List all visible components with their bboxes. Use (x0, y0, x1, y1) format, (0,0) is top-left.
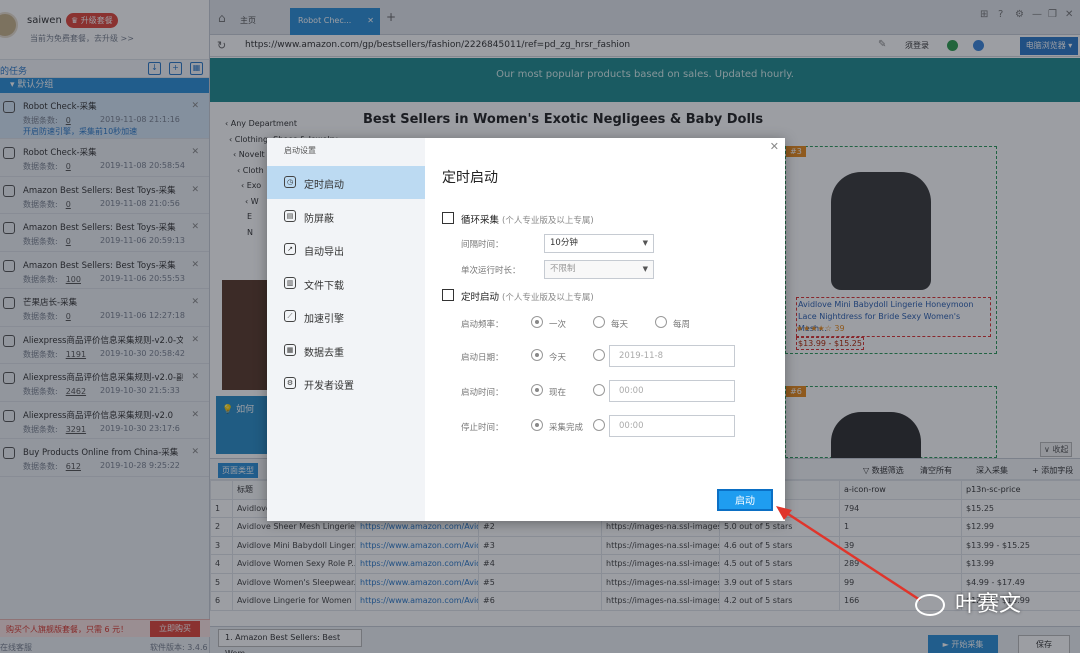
nav-item-3[interactable]: ▥ 文件下载 (267, 267, 425, 300)
shield-icon: ▤ (284, 209, 296, 222)
freq-daily-label: 每天 (611, 320, 629, 330)
freq-once-label: 一次 (549, 320, 567, 330)
nav-item-2[interactable]: ↗ 自动导出 (267, 233, 425, 266)
dialog-title: 定时启动 (442, 170, 498, 186)
nav-item-5[interactable]: ▦ 数据去重 (267, 334, 425, 367)
clock-icon: ◷ (284, 176, 296, 188)
loop-collect-option: 循环采集 (个人专业版及以上专属) (461, 212, 594, 226)
stop-done-radio[interactable] (531, 419, 543, 431)
nav-item-label: 自动导出 (304, 247, 344, 258)
time-now-label: 现在 (549, 388, 567, 398)
nav-item-1[interactable]: ▤ 防屏蔽 (267, 200, 425, 233)
watermark: 叶赛文 (915, 586, 1021, 622)
wechat-icon (915, 594, 945, 616)
freq-weekly-radio[interactable] (655, 316, 667, 328)
export-icon: ↗ (284, 243, 296, 255)
schedule-note: (个人专业版及以上专属) (502, 293, 594, 303)
nav-item-0[interactable]: ◷ 定时启动 (267, 166, 425, 199)
freq-weekly-label: 每周 (673, 320, 691, 330)
interval-value: 10分钟 (550, 238, 578, 248)
dedupe-icon: ▦ (284, 343, 296, 356)
startup-settings-dialog: 启动设置 ◷ 定时启动 ▤ 防屏蔽 ↗ 自动导出 ▥ 文件下载 ⟋ 加速引擎 ▦ 数据去重 ⚙ 开发者设置… (267, 138, 785, 521)
stop-custom-radio[interactable] (593, 419, 605, 431)
schedule-checkbox[interactable] (442, 289, 454, 301)
nav-item-label: 加速引擎 (304, 314, 344, 325)
nav-item-label: 防屏蔽 (304, 213, 334, 225)
speed-icon: ⟋ (284, 310, 296, 322)
close-icon[interactable]: ✕ (770, 140, 779, 153)
max-run-value: 不限制 (550, 264, 576, 274)
start-date-label: 启动日期： (461, 353, 504, 363)
loop-collect-note: (个人专业版及以上专属) (502, 216, 594, 226)
start-button[interactable]: 启动 (717, 489, 773, 511)
loop-collect-label: 循环采集 (461, 215, 500, 226)
nav-item-label: 定时启动 (304, 180, 344, 191)
max-run-label: 单次运行时长： (461, 266, 521, 276)
start-time-input[interactable]: 00:00 (609, 380, 735, 402)
date-today-label: 今天 (549, 353, 567, 363)
freq-once-radio[interactable] (531, 316, 543, 328)
chevron-down-icon: ▼ (642, 239, 648, 247)
date-today-radio[interactable] (531, 349, 543, 361)
frequency-label: 启动频率： (461, 320, 504, 330)
time-custom-radio[interactable] (593, 384, 605, 396)
nav-item-label: 数据去重 (304, 347, 344, 359)
schedule-option: 定时启动 (个人专业版及以上专属) (461, 289, 594, 303)
date-custom-radio[interactable] (593, 349, 605, 361)
loop-collect-checkbox[interactable] (442, 212, 454, 224)
interval-label: 间隔时间： (461, 240, 504, 250)
file-icon: ▥ (284, 276, 296, 289)
nav-item-label: 开发者设置 (304, 381, 354, 392)
gear-icon: ⚙ (284, 377, 296, 389)
nav-item-4[interactable]: ⟋ 加速引擎 (267, 300, 425, 333)
stop-done-label: 采集完成 (549, 423, 584, 433)
time-now-radio[interactable] (531, 384, 543, 396)
start-date-input[interactable]: 2019-11-8 (609, 345, 735, 367)
watermark-text: 叶赛文 (955, 592, 1022, 617)
max-run-select[interactable]: 不限制 ▼ (544, 260, 654, 279)
interval-select[interactable]: 10分钟 ▼ (544, 234, 654, 253)
nav-item-6[interactable]: ⚙ 开发者设置 (267, 367, 425, 400)
stop-time-label: 停止时间： (461, 423, 504, 433)
start-time-label: 启动时间： (461, 388, 504, 398)
nav-item-label: 文件下载 (304, 280, 344, 292)
freq-daily-radio[interactable] (593, 316, 605, 328)
dialog-header-label: 启动设置 (284, 146, 316, 155)
schedule-label: 定时启动 (461, 292, 500, 303)
annotation-arrow (776, 506, 921, 602)
dialog-nav: 启动设置 ◷ 定时启动 ▤ 防屏蔽 ↗ 自动导出 ▥ 文件下载 ⟋ 加速引擎 ▦ 数据去重 ⚙ 开发者设置 (267, 138, 425, 521)
chevron-down-icon: ▼ (642, 265, 648, 273)
stop-time-input[interactable]: 00:00 (609, 415, 735, 437)
